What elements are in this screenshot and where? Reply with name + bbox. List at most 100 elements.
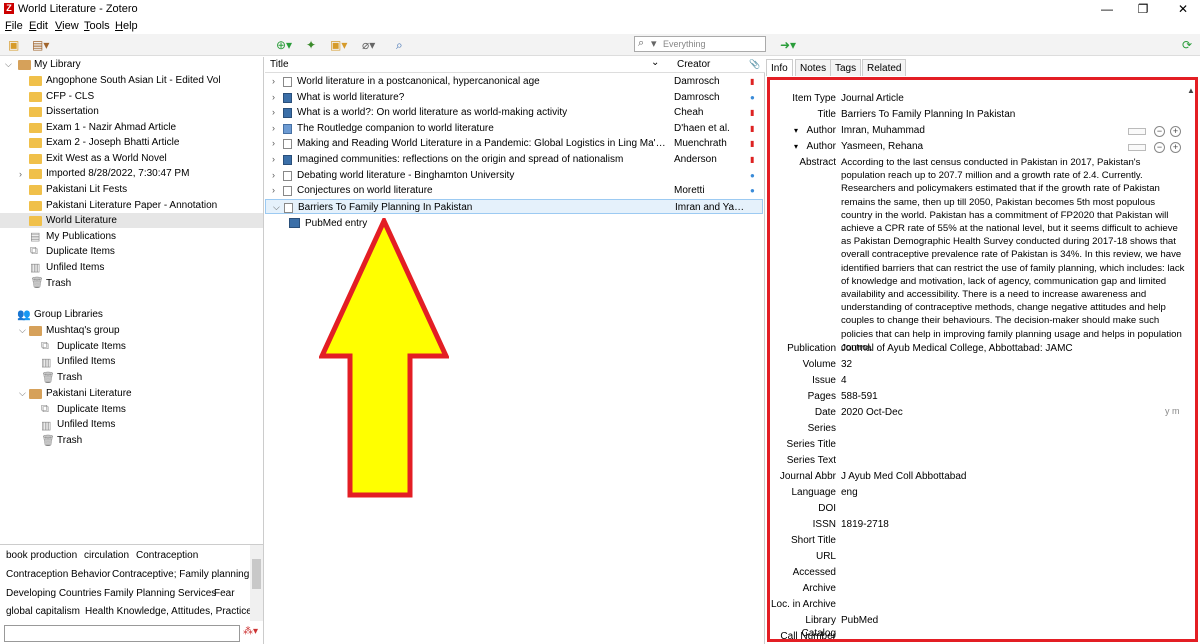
remove-author-button[interactable]: −	[1154, 126, 1165, 137]
chevron-right-icon[interactable]: ›	[272, 121, 275, 136]
chevron-right-icon[interactable]: ›	[272, 152, 275, 167]
tree-item-unfiled[interactable]: Unfiled Items	[46, 260, 104, 275]
author-mode-switch[interactable]	[1128, 144, 1146, 151]
chevron-down-icon[interactable]: ⌵	[19, 388, 26, 399]
tab-tags[interactable]: Tags	[830, 59, 862, 76]
group-unfiled[interactable]: Unfiled Items	[57, 354, 115, 369]
table-row[interactable]: › What is a world?: On world literature a…	[265, 105, 763, 120]
collection-item[interactable]: Imported 8/28/2022, 7:30:47 PM	[46, 166, 189, 181]
sort-icon[interactable]: ⌄	[651, 57, 659, 68]
tag-scrollbar[interactable]	[250, 545, 263, 621]
chevron-right-icon[interactable]: ›	[272, 90, 275, 105]
collection-item[interactable]: Exam 1 - Nazir Ahmad Article	[46, 120, 176, 135]
new-library-icon[interactable]: ▤▾	[32, 38, 49, 52]
column-creator[interactable]: Creator	[677, 59, 710, 70]
collection-item[interactable]: Angophone South Asian Lit - Edited Vol	[46, 73, 221, 88]
locate-icon[interactable]: ➜▾	[780, 38, 796, 52]
menu-view[interactable]: View	[55, 20, 79, 32]
language-value[interactable]: eng	[841, 486, 858, 499]
add-by-identifier-icon[interactable]: ✦	[306, 38, 316, 52]
group-trash[interactable]: Trash	[57, 433, 82, 448]
remove-author-button[interactable]: −	[1154, 142, 1165, 153]
publication-value[interactable]: Journal of Ayub Medical College, Abbotta…	[841, 342, 1073, 355]
new-note-icon[interactable]: ▣▾	[330, 38, 347, 52]
author-value[interactable]: Yasmeen, Rehana	[841, 140, 923, 153]
column-title[interactable]: Title	[270, 59, 289, 70]
new-collection-icon[interactable]: ▣	[8, 38, 19, 52]
tree-item-my-library[interactable]: My Library	[34, 57, 81, 72]
tag[interactable]: Contraceptive; Family planning	[112, 569, 249, 580]
group-item[interactable]: Mushtaq's group	[46, 323, 120, 338]
link-attachment-icon[interactable]: ●	[750, 183, 755, 198]
scrollbar-thumb[interactable]	[252, 559, 261, 589]
menu-help[interactable]: Help	[115, 20, 138, 32]
chevron-right-icon[interactable]: ›	[272, 74, 275, 89]
scroll-up-icon[interactable]: ▲	[1187, 86, 1195, 95]
abstract-value[interactable]: According to the last census conducted i…	[841, 156, 1185, 354]
pdf-attachment-icon[interactable]: ▮	[750, 136, 754, 151]
chevron-right-icon[interactable]: ›	[272, 136, 275, 151]
table-row[interactable]: › Conjectures on world literature Moretti ●	[265, 183, 763, 198]
tab-related[interactable]: Related	[862, 59, 907, 76]
table-row[interactable]: ⌵ Barriers To Family Planning In Pakistan…	[265, 198, 763, 215]
tag[interactable]: Family Planning Services	[104, 588, 216, 599]
pdf-attachment-icon[interactable]: ▮	[750, 121, 754, 136]
attachment-icon[interactable]: ⌀▾	[362, 38, 375, 52]
pages-value[interactable]: 588-591	[841, 390, 878, 403]
menu-edit[interactable]: Edit	[29, 20, 48, 32]
add-author-button[interactable]: +	[1170, 142, 1181, 153]
volume-value[interactable]: 32	[841, 358, 852, 371]
group-duplicates[interactable]: Duplicate Items	[57, 339, 126, 354]
menu-tools[interactable]: Tools	[84, 20, 110, 32]
tree-item-trash[interactable]: Trash	[46, 276, 71, 291]
maximize-button[interactable]: ❐	[1136, 2, 1150, 16]
table-row[interactable]: › The Routledge companion to world litera…	[265, 121, 763, 136]
group-trash[interactable]: Trash	[57, 370, 82, 385]
pdf-attachment-icon[interactable]: ▮	[750, 105, 754, 120]
tag[interactable]: book production	[6, 550, 77, 561]
tab-info[interactable]: Info	[766, 59, 793, 76]
group-item[interactable]: Pakistani Literature	[46, 386, 132, 401]
collection-item[interactable]: Exam 2 - Joseph Bhatti Article	[46, 135, 179, 150]
issn-value[interactable]: 1819-2718	[841, 518, 889, 531]
group-duplicates[interactable]: Duplicate Items	[57, 402, 126, 417]
sync-icon[interactable]: ⟳	[1182, 38, 1192, 52]
chevron-down-icon[interactable]: ⌵	[5, 59, 12, 70]
chevron-down-icon[interactable]: ⌵	[19, 325, 26, 336]
item-type-value[interactable]: Journal Article	[841, 92, 904, 105]
add-author-button[interactable]: +	[1170, 126, 1181, 137]
tag[interactable]: Contraception Behavior	[6, 569, 111, 580]
tag[interactable]: Fear	[214, 588, 235, 599]
tree-item-my-publications[interactable]: My Publications	[46, 229, 116, 244]
issue-value[interactable]: 4	[841, 374, 847, 387]
new-item-icon[interactable]: ⊕▾	[276, 38, 292, 52]
minimize-button[interactable]: —	[1100, 2, 1114, 16]
tag[interactable]: Contraception	[136, 550, 198, 561]
date-value[interactable]: 2020 Oct-Dec	[841, 406, 903, 419]
collection-item[interactable]: Pakistani Literature Paper - Annotation	[46, 198, 217, 213]
close-button[interactable]: ✕	[1176, 2, 1190, 16]
tag-filter-input[interactable]	[4, 625, 240, 642]
tag[interactable]: Health Knowledge, Attitudes, Practice	[85, 606, 252, 617]
author-value[interactable]: Imran, Muhammad	[841, 124, 925, 137]
paperclip-icon[interactable]: 📎	[749, 59, 760, 70]
tag-actions-icon[interactable]: ⁂▾	[243, 626, 258, 637]
chevron-right-icon[interactable]: ›	[19, 169, 22, 179]
tag[interactable]: Developing Countries	[6, 588, 102, 599]
chevron-right-icon[interactable]: ›	[272, 105, 275, 120]
tag[interactable]: global capitalism	[6, 606, 80, 617]
search-input[interactable]: ⌕ ▾ Everything	[634, 36, 766, 52]
tab-notes[interactable]: Notes	[795, 59, 832, 76]
table-row[interactable]: › What is world literature? Damrosch ●	[265, 90, 763, 105]
table-row[interactable]: › Imagined communities: reflections on th…	[265, 152, 763, 167]
advanced-search-icon[interactable]: ⌕	[396, 38, 403, 52]
tree-item-duplicates[interactable]: Duplicate Items	[46, 244, 115, 259]
collection-item-selected[interactable]: World Literature	[46, 213, 117, 228]
search-mode-icon[interactable]: ▾	[651, 37, 657, 50]
chevron-right-icon[interactable]: ›	[272, 183, 275, 198]
collection-item[interactable]: Dissertation	[46, 104, 99, 119]
collection-item[interactable]: Exit West as a World Novel	[46, 151, 167, 166]
group-unfiled[interactable]: Unfiled Items	[57, 417, 115, 432]
chevron-down-icon[interactable]: ⌵	[273, 200, 280, 215]
chevron-right-icon[interactable]: ›	[272, 168, 275, 183]
